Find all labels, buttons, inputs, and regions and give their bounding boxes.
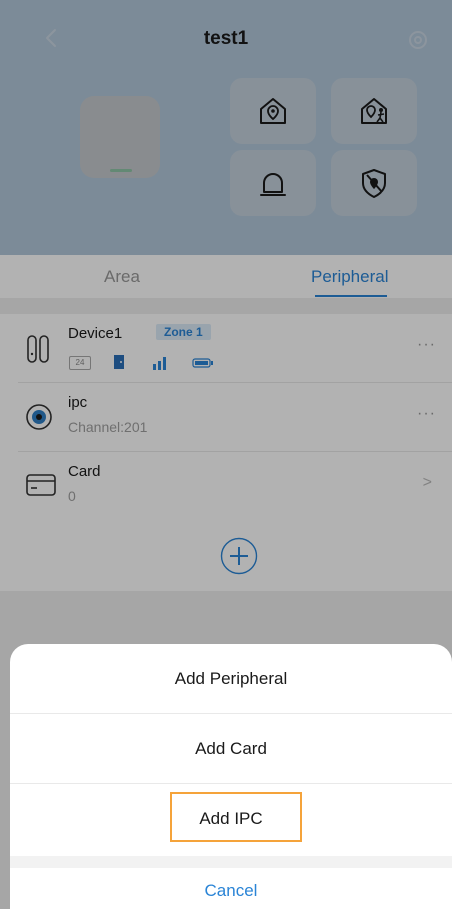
add-peripheral-option[interactable]: Add Peripheral [10, 644, 452, 714]
add-card-option[interactable]: Add Card [10, 714, 452, 784]
cancel-button[interactable]: Cancel [10, 868, 452, 909]
sheet-divider [10, 856, 452, 868]
action-sheet: Add Peripheral Add Card Add IPC Cancel [10, 644, 452, 909]
highlight-box [170, 792, 302, 842]
